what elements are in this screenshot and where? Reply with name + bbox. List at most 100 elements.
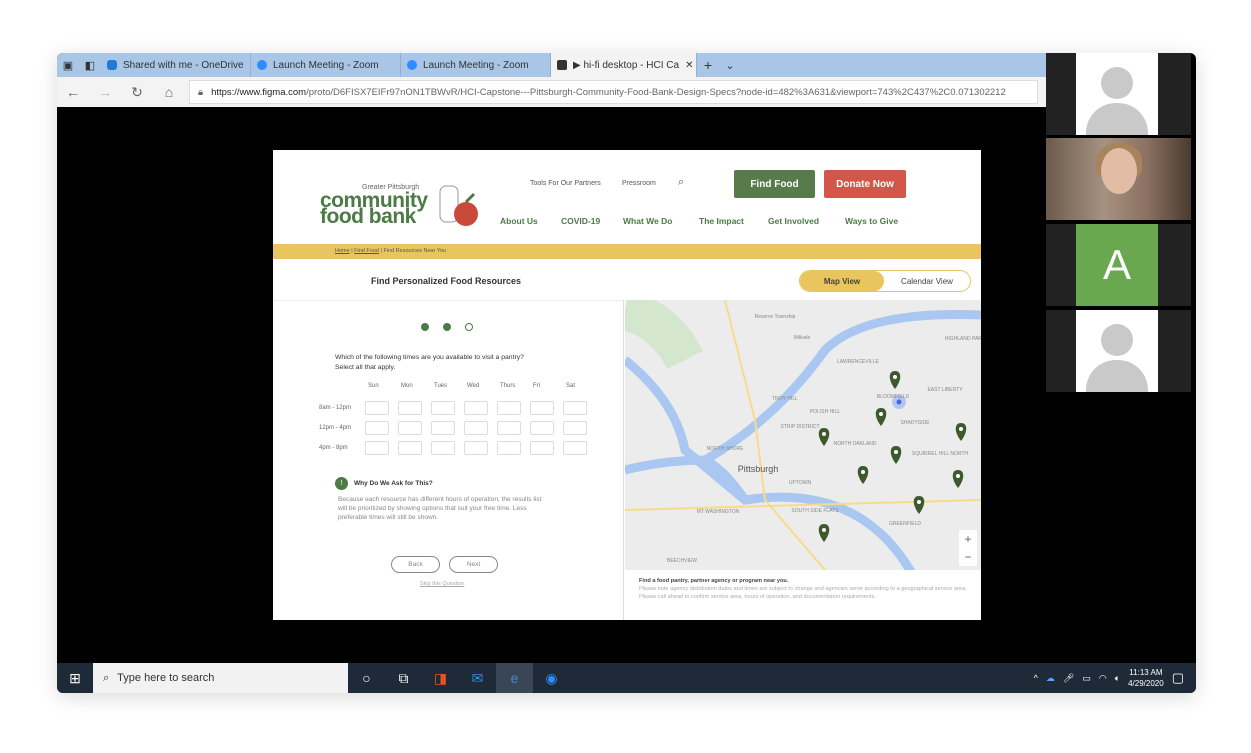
chevron-up-icon[interactable]: ^ <box>1034 673 1038 683</box>
day-label: Wed <box>467 383 480 389</box>
cortana-icon[interactable]: ○ <box>348 663 385 693</box>
menu-get-involved[interactable]: Get Involved <box>768 216 819 226</box>
notifications-icon[interactable]: ▢ <box>1172 670 1184 686</box>
progress-steps <box>421 323 473 331</box>
availability-checkbox[interactable] <box>431 441 455 455</box>
availability-checkbox[interactable] <box>530 441 554 455</box>
tab-zoom-2[interactable]: Launch Meeting - Zoom <box>401 53 551 77</box>
step-dot-pending <box>465 323 473 331</box>
availability-checkbox[interactable] <box>398 421 422 435</box>
wifi-icon[interactable]: ◠ <box>1099 673 1107 684</box>
participant-tile[interactable]: A <box>1046 224 1191 306</box>
office-icon[interactable]: ◨ <box>422 663 459 693</box>
donate-now-button[interactable]: Donate Now <box>824 170 906 198</box>
day-label: Mon <box>401 383 413 389</box>
availability-checkbox[interactable] <box>497 421 521 435</box>
back-icon[interactable]: ← <box>57 84 89 100</box>
map-label: SQUIRREL HILL NORTH <box>912 451 969 457</box>
edge-icon[interactable]: e <box>496 663 533 693</box>
menu-what-we-do[interactable]: What We Do <box>623 216 672 226</box>
url-path: /proto/D6FISX7EIFr97nON1TBWvR/HCI-Capsto… <box>306 86 1006 98</box>
map-label: Millvale <box>794 335 811 341</box>
availability-checkbox[interactable] <box>464 441 488 455</box>
user-placeholder-icon <box>1076 53 1158 135</box>
zoom-out-button[interactable]: − <box>959 548 977 566</box>
search-icon[interactable]: ⌕ <box>678 176 684 189</box>
microphone-icon[interactable]: 🎤︎ <box>1063 673 1074 684</box>
map-label: STRIP DISTRICT <box>780 424 819 430</box>
tab-menu-button[interactable]: ⌄ <box>719 59 741 72</box>
volume-icon[interactable]: 🔈︎ <box>1115 673 1120 684</box>
tab-actions-icon[interactable]: ▣ <box>57 59 79 72</box>
close-icon[interactable]: ✕ <box>685 60 693 71</box>
availability-checkbox[interactable] <box>431 401 455 415</box>
availability-checkbox[interactable] <box>365 441 389 455</box>
availability-checkbox[interactable] <box>464 401 488 415</box>
availability-checkbox[interactable] <box>365 421 389 435</box>
map-label: NORTH OAKLAND <box>834 441 877 447</box>
participant-tile[interactable] <box>1046 310 1191 392</box>
availability-checkbox[interactable] <box>563 421 587 435</box>
next-button[interactable]: Next <box>449 556 498 573</box>
menu-covid[interactable]: COVID-19 <box>561 216 600 226</box>
forward-icon[interactable]: → <box>89 84 121 100</box>
page-title: Find Personalized Food Resources <box>371 276 522 286</box>
find-food-button[interactable]: Find Food <box>734 170 815 198</box>
back-button[interactable]: Back <box>391 556 440 573</box>
tab-figma[interactable]: ▶ hi-fi desktop - HCI Ca ✕ <box>551 53 697 77</box>
map-label: Pittsburgh <box>738 464 779 474</box>
availability-checkbox[interactable] <box>431 421 455 435</box>
onedrive-icon[interactable]: ☁ <box>1046 673 1055 684</box>
calendar-view-tab[interactable]: Calendar View <box>884 271 970 291</box>
availability-checkbox[interactable] <box>398 401 422 415</box>
zoom-in-button[interactable]: + <box>959 530 977 548</box>
home-icon[interactable]: ⌂ <box>153 84 185 100</box>
breadcrumb-home[interactable]: Home <box>335 248 350 254</box>
tab-zoom-1[interactable]: Launch Meeting - Zoom <box>251 53 401 77</box>
clock[interactable]: 11:13 AM 4/29/2020 <box>1128 667 1164 689</box>
figma-icon <box>557 60 567 70</box>
map-canvas[interactable]: Reserve Township Millvale LAWRENCEVILLE HIG… <box>625 300 981 570</box>
address-bar-row: ← → ↻ ⌂ 🔒︎ https://www.figma.com/proto/D6… <box>57 77 1046 107</box>
availability-checkbox[interactable] <box>497 401 521 415</box>
map[interactable]: Reserve Township Millvale LAWRENCEVILLE HIG… <box>625 300 981 570</box>
breadcrumb-find-food[interactable]: Find Food <box>354 248 379 254</box>
availability-checkbox[interactable] <box>563 441 587 455</box>
availability-checkbox[interactable] <box>497 441 521 455</box>
system-tray: ^ ☁ 🎤︎ ▭ ◠ 🔈︎ 11:13 AM 4/29/2020 ▢ <box>1034 667 1196 689</box>
participant-video[interactable] <box>1046 138 1191 220</box>
availability-checkbox[interactable] <box>530 401 554 415</box>
availability-checkbox[interactable] <box>464 421 488 435</box>
map-label: BEECHVIEW <box>667 558 697 564</box>
taskbar-search[interactable]: ⌕ Type here to search <box>93 663 348 693</box>
availability-checkbox[interactable] <box>365 401 389 415</box>
battery-icon[interactable]: ▭ <box>1082 673 1091 684</box>
outlook-icon[interactable]: ✉ <box>459 663 496 693</box>
map-label: UPTOWN <box>789 480 812 486</box>
availability-checkbox[interactable] <box>398 441 422 455</box>
map-view-tab[interactable]: Map View <box>800 271 884 291</box>
menu-impact[interactable]: The Impact <box>699 216 744 226</box>
windows-start-icon[interactable]: ⊞ <box>57 670 93 687</box>
zoom-app-icon[interactable]: ◉ <box>533 663 570 693</box>
avatar: A <box>1076 224 1158 306</box>
link-pressroom[interactable]: Pressroom <box>622 180 656 187</box>
participant-tile[interactable] <box>1046 53 1191 135</box>
tab-onedrive[interactable]: Shared with me - OneDrive <box>101 53 251 77</box>
task-view-icon[interactable]: ⧉ <box>385 663 422 693</box>
menu-about[interactable]: About Us <box>500 216 538 226</box>
url-input[interactable]: 🔒︎ https://www.figma.com/proto/D6FISX7EIF… <box>189 80 1038 104</box>
availability-checkbox[interactable] <box>563 401 587 415</box>
link-partners[interactable]: Tools For Our Partners <box>530 180 601 187</box>
availability-checkbox[interactable] <box>530 421 554 435</box>
why-text: Because each resource has different hour… <box>338 496 542 521</box>
day-label: Fri <box>533 383 540 389</box>
refresh-icon[interactable]: ↻ <box>121 84 153 101</box>
new-tab-button[interactable]: + <box>697 57 719 73</box>
cloud-icon <box>107 60 117 70</box>
view-toggle: Map View Calendar View <box>799 270 971 292</box>
skip-question-link[interactable]: Skip this Question <box>420 581 464 587</box>
set-aside-tabs-icon[interactable]: ◧ <box>79 59 101 72</box>
browser-tab-bar: ▣ ◧ Shared with me - OneDrive Launch Mee… <box>57 53 1046 77</box>
menu-ways-to-give[interactable]: Ways to Give <box>845 216 898 226</box>
